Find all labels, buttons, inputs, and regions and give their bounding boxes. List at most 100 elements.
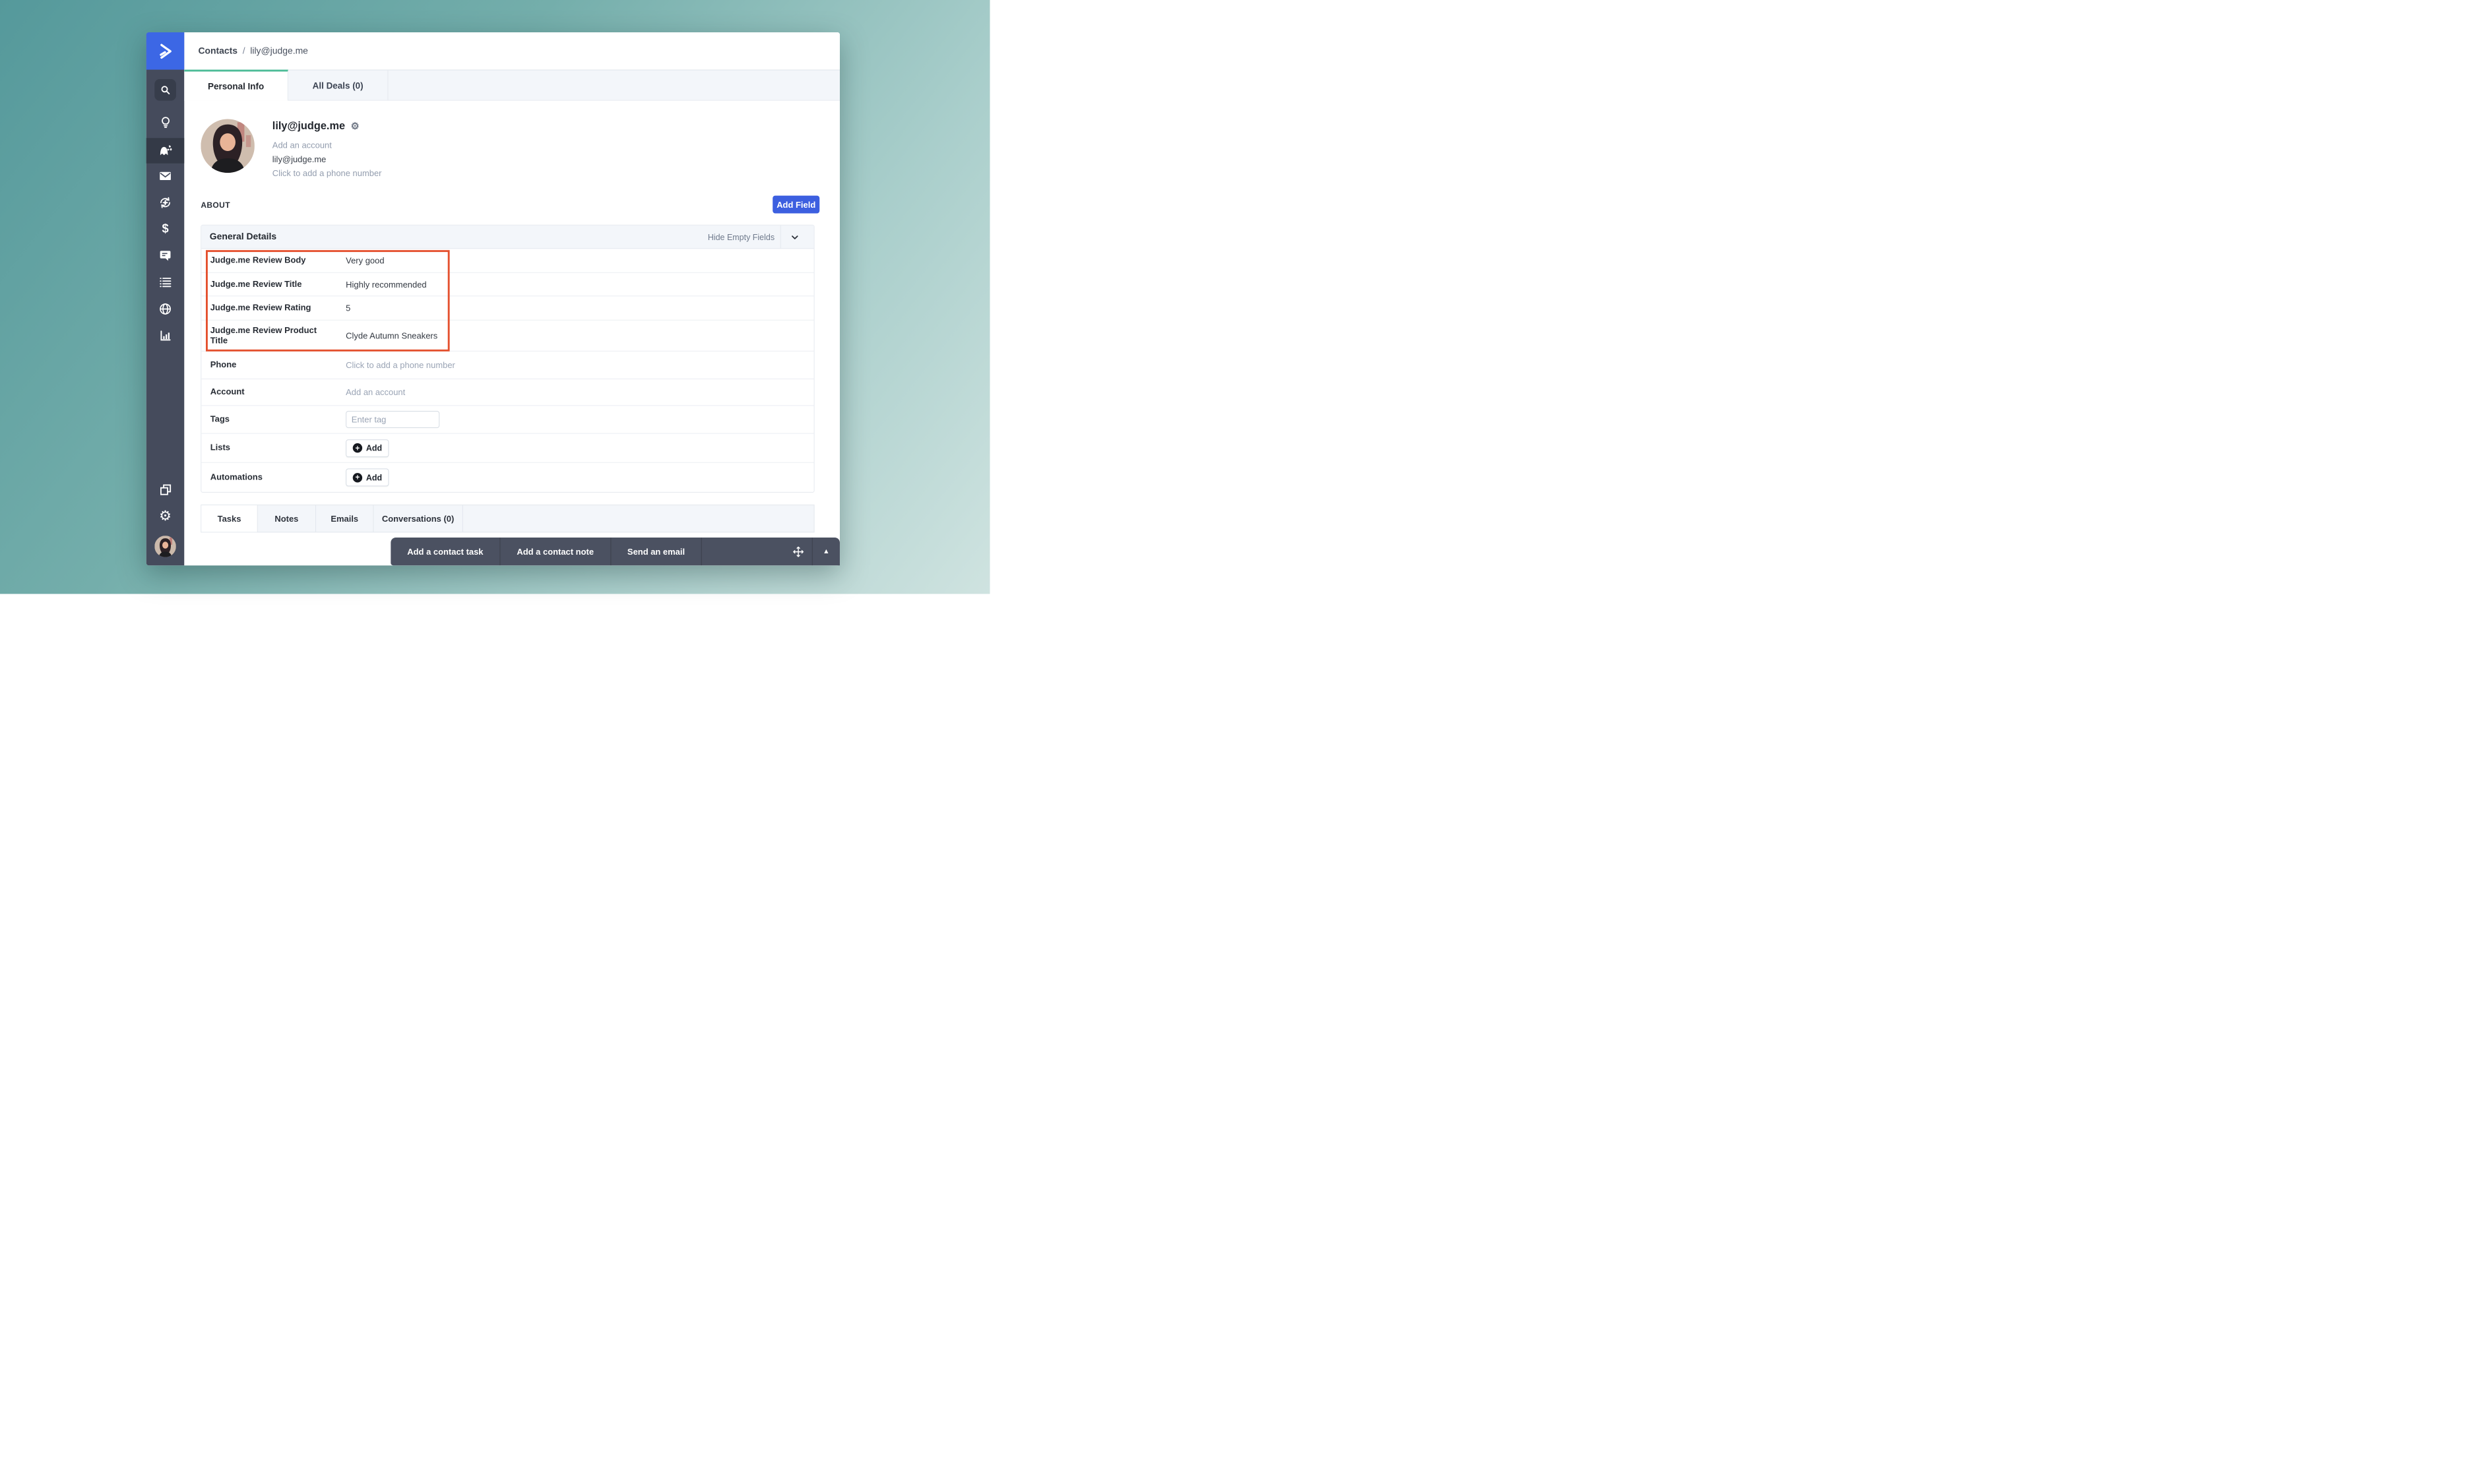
dollar-icon: $: [162, 222, 168, 236]
tab-notes[interactable]: Notes: [258, 505, 316, 532]
action-bar-spacer: [702, 538, 784, 565]
add-account-link[interactable]: Add an account: [272, 140, 382, 150]
search-icon: [154, 79, 176, 101]
send-email-button[interactable]: Send an email: [611, 538, 702, 565]
activecampaign-logo-icon: [157, 43, 174, 59]
sidebar-item-home[interactable]: [146, 32, 185, 70]
tab-emails[interactable]: Emails: [316, 505, 373, 532]
sidebar-item-search[interactable]: [146, 77, 185, 102]
hide-empty-fields-link[interactable]: Hide Empty Fields: [708, 232, 775, 241]
field-row-review-title: Judge.me Review Title Highly recommended: [201, 273, 813, 297]
contact-tabs: Personal Info All Deals (0): [184, 70, 840, 101]
add-automation-button[interactable]: + Add: [346, 468, 389, 486]
sidebar-item-automations[interactable]: [146, 190, 185, 215]
plus-icon: +: [353, 473, 362, 482]
drag-move-handle[interactable]: [784, 538, 811, 565]
field-row-review-product-title: Judge.me Review Product Title Clyde Autu…: [201, 321, 813, 352]
sidebar-nav: $: [146, 32, 185, 565]
field-value[interactable]: Clyde Autumn Sneakers: [346, 331, 437, 340]
main-area: Contacts / lily@judge.me Personal Info A…: [184, 32, 840, 565]
breadcrumb: Contacts / lily@judge.me: [184, 32, 840, 70]
sidebar-item-deals[interactable]: $: [146, 216, 185, 241]
tags-input[interactable]: [346, 411, 439, 428]
contact-name: lily@judge.me: [272, 119, 345, 132]
contact-identity: lily@judge.me ⚙ Add an account lily@judg…: [272, 119, 382, 177]
contact-settings-gear-icon[interactable]: ⚙: [351, 120, 360, 131]
chat-bubble-icon: [158, 249, 172, 263]
plus-icon: +: [353, 443, 362, 452]
panel-title: General Details: [210, 232, 276, 241]
field-label: Account: [201, 387, 346, 398]
triangle-up-icon: ▲: [823, 547, 829, 555]
tab-personal-info[interactable]: Personal Info: [184, 70, 288, 101]
field-label: Judge.me Review Product Title: [201, 325, 346, 346]
lightbulb-icon: [158, 115, 172, 129]
sidebar-item-lists[interactable]: [146, 270, 185, 295]
add-button-label: Add: [366, 473, 382, 482]
breadcrumb-separator: /: [243, 46, 245, 56]
contacts-icon: [158, 143, 173, 158]
sidebar-item-conversations[interactable]: [146, 243, 185, 268]
chevron-down-icon: [790, 232, 805, 242]
add-contact-task-button[interactable]: Add a contact task: [391, 538, 500, 565]
field-row-review-body: Judge.me Review Body Very good: [201, 249, 813, 272]
field-row-phone: Phone Click to add a phone number: [201, 352, 813, 379]
field-value[interactable]: 5: [346, 303, 350, 313]
add-contact-note-button[interactable]: Add a contact note: [500, 538, 611, 565]
settings-gear-icon: ⚙: [159, 509, 172, 523]
field-label: Judge.me Review Rating: [201, 303, 346, 313]
sidebar-item-site[interactable]: [146, 296, 185, 321]
list-icon: [158, 276, 172, 290]
crm-app-window: $: [146, 32, 840, 565]
desktop-background: $: [0, 0, 990, 594]
field-row-tags: Tags: [201, 406, 813, 433]
field-label: Phone: [201, 360, 346, 371]
breadcrumb-current: lily@judge.me: [250, 46, 308, 56]
field-value[interactable]: Highly recommended: [346, 280, 426, 289]
add-button-label: Add: [366, 443, 382, 452]
move-icon: [792, 545, 804, 557]
field-row-lists: Lists + Add: [201, 434, 813, 463]
field-value[interactable]: Very good: [346, 256, 384, 265]
sidebar-item-apps[interactable]: [146, 477, 185, 502]
field-label: Automations: [201, 472, 346, 483]
tab-all-deals[interactable]: All Deals (0): [288, 71, 389, 100]
tab-tasks[interactable]: Tasks: [201, 505, 257, 532]
add-phone-link[interactable]: Click to add a phone number: [272, 168, 382, 177]
sidebar-item-reports[interactable]: [146, 323, 185, 348]
copy-windows-icon: [158, 483, 172, 496]
collapse-panel-button[interactable]: [790, 230, 805, 244]
personal-info-content: lily@judge.me ⚙ Add an account lily@judg…: [184, 101, 840, 566]
bar-chart-icon: [158, 328, 172, 342]
field-placeholder[interactable]: Click to add a phone number: [346, 360, 455, 369]
general-details-header: General Details Hide Empty Fields: [201, 226, 813, 249]
field-label: Judge.me Review Title: [201, 279, 346, 290]
contact-action-bar: Add a contact task Add a contact note Se…: [391, 538, 840, 565]
sidebar-item-settings[interactable]: ⚙: [146, 503, 185, 528]
breadcrumb-contacts-link[interactable]: Contacts: [198, 46, 238, 56]
automations-sync-icon: [158, 196, 172, 210]
sidebar-item-profile[interactable]: [146, 534, 185, 559]
field-label: Tags: [201, 414, 346, 425]
contact-email: lily@judge.me: [272, 154, 382, 164]
email-icon: [158, 169, 172, 183]
sidebar-item-contacts[interactable]: [146, 138, 185, 163]
tab-conversations[interactable]: Conversations (0): [373, 505, 462, 532]
header-divider: [780, 226, 781, 249]
field-row-account: Account Add an account: [201, 379, 813, 406]
sidebar-item-campaigns[interactable]: [146, 164, 185, 189]
sidebar-item-ideas[interactable]: [146, 109, 185, 135]
globe-icon: [158, 302, 172, 316]
field-label: Judge.me Review Body: [201, 255, 346, 266]
about-heading: ABOUT: [201, 201, 230, 209]
field-label: Lists: [201, 443, 346, 453]
field-placeholder[interactable]: Add an account: [346, 388, 405, 397]
field-row-automations: Automations + Add: [201, 463, 813, 492]
add-list-button[interactable]: + Add: [346, 439, 389, 457]
add-field-button[interactable]: Add Field: [773, 196, 819, 214]
activity-tabs: Tasks Notes Emails Conversations (0): [201, 505, 814, 532]
user-avatar: [154, 536, 176, 557]
collapse-bar-button[interactable]: ▲: [812, 538, 840, 565]
field-row-review-rating: Judge.me Review Rating 5: [201, 296, 813, 320]
contact-avatar[interactable]: [201, 119, 255, 173]
